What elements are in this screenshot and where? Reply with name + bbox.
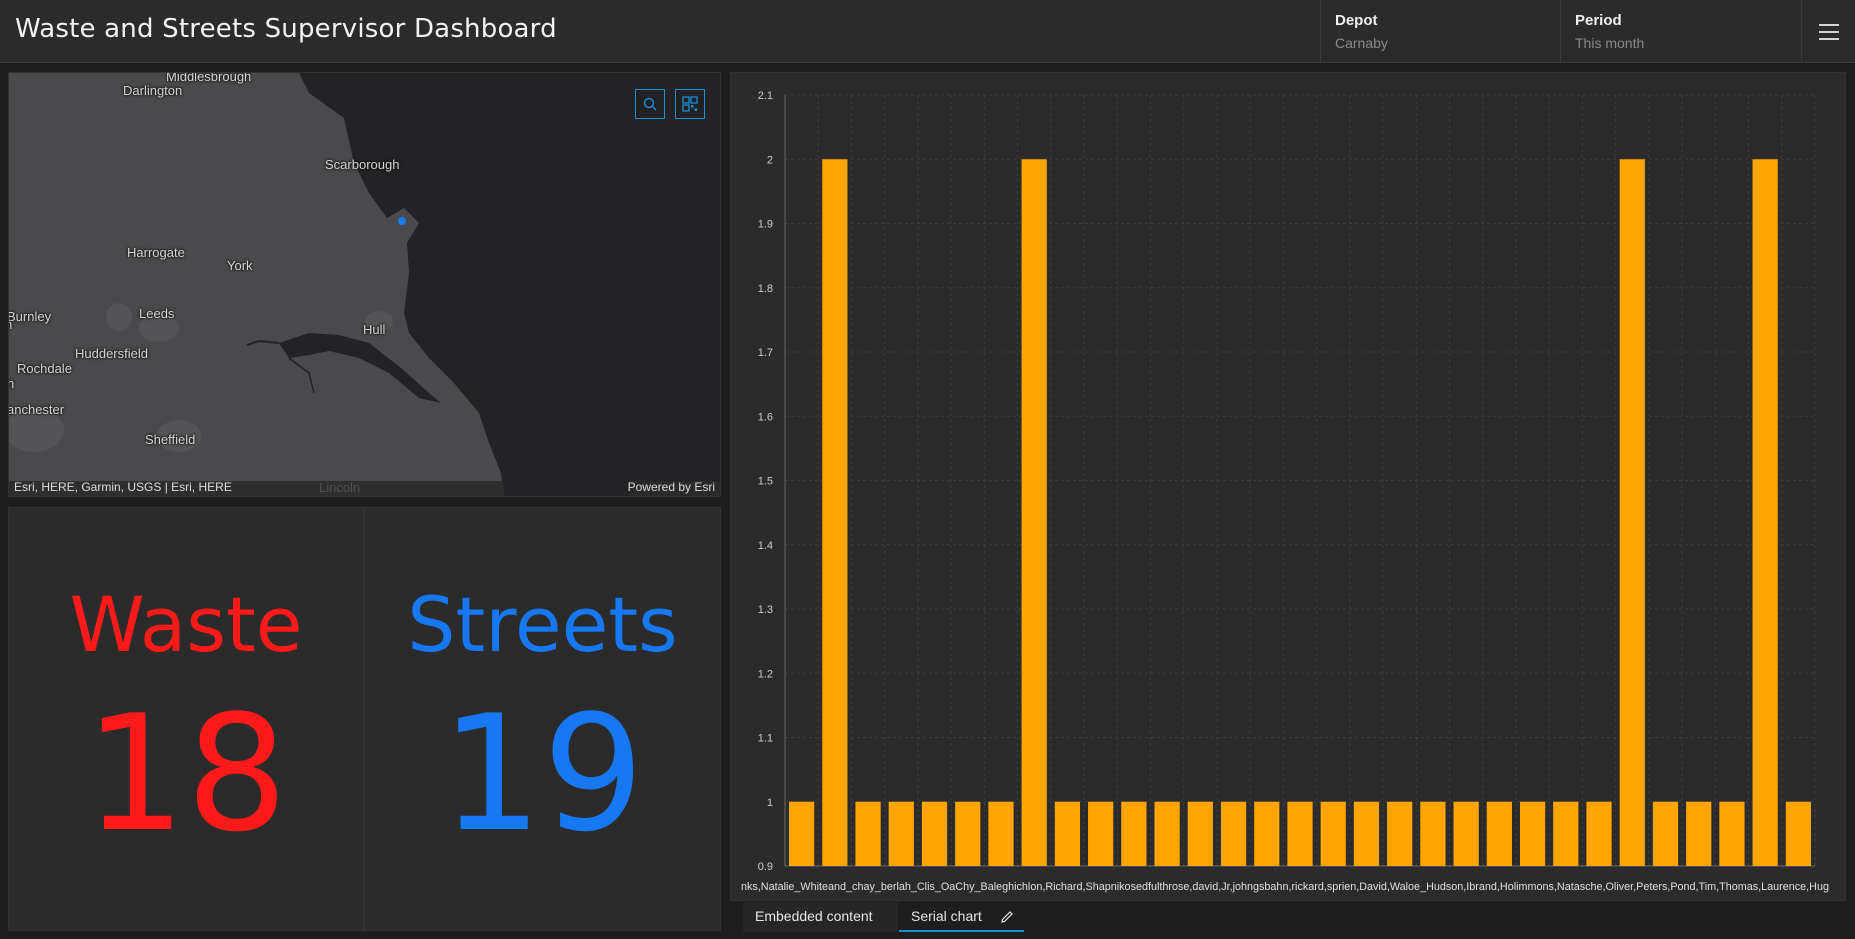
chart-bar[interactable] — [1387, 801, 1413, 866]
pencil-icon[interactable] — [999, 909, 1015, 925]
chart-bar[interactable] — [1320, 801, 1346, 866]
chart-bar[interactable] — [1619, 159, 1645, 866]
chart-bar[interactable] — [1486, 801, 1512, 866]
page-title: Waste and Streets Supervisor Dashboard — [15, 14, 557, 44]
chart-bar[interactable] — [1088, 801, 1114, 866]
chart-bar[interactable] — [822, 159, 848, 866]
chart-bar[interactable] — [1453, 801, 1479, 866]
tab-serial-chart[interactable]: Serial chart — [899, 902, 1024, 932]
place-label: Darlington — [123, 83, 183, 98]
map-canvas[interactable] — [9, 73, 721, 497]
period-label: Period — [1575, 12, 1622, 29]
place-label: York — [227, 258, 253, 273]
chart-bar[interactable] — [888, 801, 914, 866]
tab-label: Serial chart — [911, 908, 982, 924]
y-tick-label: 1.4 — [758, 540, 773, 552]
chart-bar[interactable] — [1752, 159, 1778, 866]
map-panel[interactable]: Middlesbrough Darlington Scarborough Har… — [8, 72, 721, 497]
place-label: Huddersfield — [75, 346, 148, 361]
serial-chart-panel: 0.9 1 1.1 1.2 1.3 1.4 1.5 1.6 1.7 1.8 1.9 2 2.1 nks,N… — [730, 72, 1846, 901]
place-label: Burnley — [8, 309, 52, 324]
y-tick-label: 1 — [767, 797, 773, 809]
indicator-label: Waste — [69, 580, 303, 669]
period-selector[interactable]: Period This month — [1560, 0, 1801, 62]
waste-indicator[interactable]: Waste 18 — [8, 507, 364, 931]
location-marker[interactable] — [398, 217, 406, 225]
chart-bar[interactable] — [1586, 801, 1612, 866]
x-tick-labels: nks,Natalie_Whiteand_chay_berlah_Clis_Oa… — [741, 881, 1829, 893]
place-label: anchester — [8, 402, 65, 417]
place-label: Leeds — [139, 306, 175, 321]
hamburger-menu-icon[interactable] — [1801, 0, 1855, 62]
y-tick-label: 1.5 — [758, 476, 773, 488]
chart-bar[interactable] — [1519, 801, 1546, 866]
place-label: Scarborough — [325, 157, 400, 172]
chart-bar[interactable] — [1785, 801, 1811, 866]
indicator-value: 19 — [440, 680, 645, 867]
chart-bar[interactable] — [1021, 159, 1047, 866]
chart-bar[interactable] — [1353, 801, 1380, 866]
chart-bar[interactable] — [1652, 801, 1679, 866]
chart-bar[interactable] — [1553, 801, 1579, 866]
tab-embedded-content[interactable]: Embedded content — [743, 902, 898, 932]
map-layers-button[interactable] — [675, 89, 705, 119]
depot-value: Carnaby — [1335, 35, 1388, 51]
y-tick-label: 1.7 — [758, 347, 773, 359]
chart-bar[interactable] — [1254, 801, 1280, 866]
depot-label: Depot — [1335, 12, 1378, 29]
chart-bar[interactable] — [1054, 801, 1081, 866]
y-tick-label: 0.9 — [758, 861, 773, 873]
place-label: Sheffield — [145, 432, 196, 447]
place-label: n — [9, 376, 14, 391]
tab-label: Embedded content — [755, 908, 873, 924]
chart-bar[interactable] — [1220, 801, 1247, 866]
map-search-button[interactable] — [635, 89, 665, 119]
search-icon — [643, 97, 657, 111]
chart-bar[interactable] — [789, 801, 815, 866]
y-tick-label: 1.6 — [758, 411, 773, 423]
streets-indicator[interactable]: Streets 19 — [364, 507, 721, 931]
chart-bar[interactable] — [988, 801, 1014, 866]
chart-bar[interactable] — [1121, 801, 1147, 866]
indicator-value: 18 — [84, 680, 288, 867]
indicator-label: Streets — [407, 580, 678, 669]
place-label: Harrogate — [127, 245, 185, 260]
y-tick-label: 1.3 — [758, 604, 773, 616]
y-tick-label: 2 — [767, 154, 773, 166]
y-tick-label: 2.1 — [758, 90, 773, 102]
y-tick-label: 1.9 — [758, 219, 773, 231]
y-tick-label: 1.1 — [758, 733, 773, 745]
map-attribution[interactable]: Esri, HERE, Garmin, USGS | Esri, HERE — [9, 478, 237, 496]
place-label: Lincoln — [319, 480, 361, 495]
place-label: Rochdale — [17, 361, 72, 376]
qr-grid-icon — [682, 96, 698, 112]
chart-bar[interactable] — [1686, 801, 1712, 866]
chart-bar[interactable] — [955, 801, 981, 866]
place-label: n — [9, 317, 12, 332]
chart-bar[interactable] — [1420, 801, 1446, 866]
y-tick-label: 1.8 — [758, 283, 773, 295]
chart-bar[interactable] — [1287, 801, 1313, 866]
chart-bar[interactable] — [1719, 801, 1745, 866]
depot-selector[interactable]: Depot Carnaby — [1320, 0, 1560, 62]
chart-bar[interactable] — [1187, 801, 1213, 866]
y-tick-label: 1.2 — [758, 668, 773, 680]
chart-bar[interactable] — [1154, 801, 1180, 866]
place-label: Hull — [363, 322, 386, 337]
period-value: This month — [1575, 35, 1645, 51]
powered-by-esri[interactable]: Powered by Esri — [623, 478, 720, 496]
serial-chart: 0.9 1 1.1 1.2 1.3 1.4 1.5 1.6 1.7 1.8 1.9 2 2.1 nks,N… — [741, 90, 1829, 893]
chart-bar[interactable] — [921, 801, 948, 866]
chart-bar[interactable] — [855, 801, 881, 866]
header-bar: Waste and Streets Supervisor Dashboard D… — [0, 0, 1855, 63]
